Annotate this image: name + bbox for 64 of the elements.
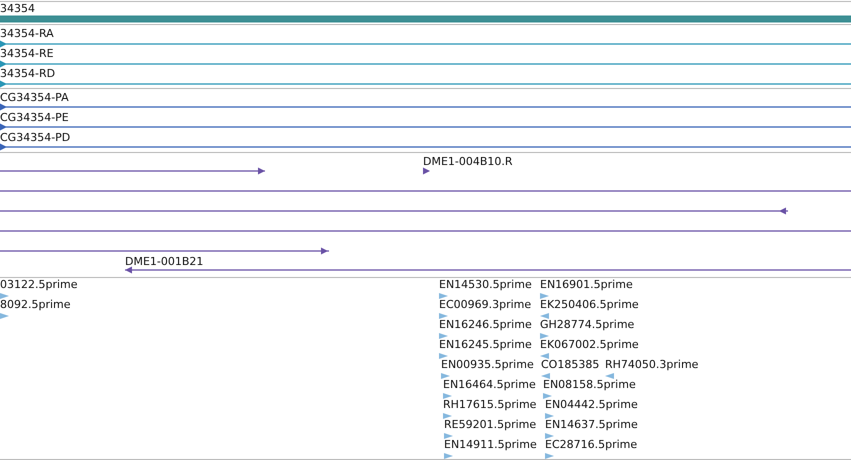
feature-label: 34354-RD: [0, 67, 56, 80]
feature-label: EN16901.5prime: [540, 278, 633, 291]
feature-arrow[interactable]: [439, 333, 448, 339]
feature-label: CG34354-PD: [0, 131, 70, 144]
feature-label: EN16246.5prime: [439, 318, 532, 331]
feature-label: CG34354-PE: [0, 111, 69, 124]
feature-label: EN14530.5prime: [439, 278, 532, 291]
feature-arrow[interactable]: [444, 433, 453, 439]
feature-label: RH17615.5prime: [443, 398, 536, 411]
feature-arrow[interactable]: [439, 353, 448, 359]
feature-label: CG34354-PA: [0, 91, 69, 104]
feature-line[interactable]: [0, 168, 265, 174]
feature-arrow[interactable]: [0, 313, 9, 319]
feature-label: DME1-004B10.R: [423, 155, 513, 168]
feature-label: EC00969.3prime: [439, 298, 532, 311]
feature-line[interactable]: [0, 144, 851, 150]
feature-label: EN14637.5prime: [545, 418, 638, 431]
feature-label: EC28716.5prime: [545, 438, 638, 451]
feature-label: 34354-RE: [0, 47, 54, 60]
feature-label: 8092.5prime: [0, 298, 71, 311]
feature-line[interactable]: [125, 266, 851, 274]
feature-arrow[interactable]: [443, 413, 452, 419]
feature-label: GH28774.5prime: [540, 318, 634, 331]
feature-arrow[interactable]: [439, 313, 448, 319]
feature-arrow[interactable]: [545, 413, 554, 419]
feature-label: RH74050.3prime: [605, 358, 698, 371]
feature-arrow[interactable]: [0, 293, 9, 299]
feature-label: EN08158.5prime: [543, 378, 636, 391]
feature-arrow[interactable]: [541, 373, 550, 379]
feature-arrow[interactable]: [605, 373, 614, 379]
feature-line[interactable]: [0, 60, 851, 68]
feature-arrow[interactable]: [439, 293, 448, 299]
feature-label: EN16464.5prime: [443, 378, 536, 391]
feature-label: DME1-001B21: [125, 255, 204, 268]
feature-label: EK067002.5prime: [540, 338, 639, 351]
feature-line[interactable]: [0, 208, 788, 214]
feature-arrow[interactable]: [441, 373, 450, 379]
feature-label: 03122.5prime: [0, 278, 78, 291]
feature-label: CO185385: [541, 358, 600, 371]
feature-line[interactable]: [0, 40, 851, 48]
feature-arrow[interactable]: [545, 453, 554, 459]
feature-line[interactable]: [0, 124, 851, 130]
feature-label: EK250406.5prime: [540, 298, 639, 311]
feature-line[interactable]: [0, 80, 851, 88]
feature-arrow[interactable]: [540, 333, 549, 339]
feature-label: 34354: [0, 2, 35, 15]
feature-label: 34354-RA: [0, 27, 54, 40]
feature-label: RE59201.5prime: [444, 418, 536, 431]
feature-line[interactable]: [0, 248, 329, 254]
feature-line[interactable]: [0, 190, 851, 192]
feature-label: EN16245.5prime: [439, 338, 532, 351]
feature-arrow[interactable]: [443, 393, 452, 399]
feature-arrow[interactable]: [543, 393, 552, 399]
feature-label: EN00935.5prime: [441, 358, 534, 371]
feature-label: EN04442.5prime: [545, 398, 638, 411]
feature-arrow[interactable]: [545, 433, 554, 439]
feature-line[interactable]: [0, 104, 851, 110]
feature-arrow[interactable]: [540, 313, 549, 319]
feature-line[interactable]: [423, 168, 430, 174]
feature-line[interactable]: [0, 230, 851, 232]
feature-label: EN14911.5prime: [444, 438, 537, 451]
feature-arrow[interactable]: [540, 293, 549, 299]
feature-arrow[interactable]: [444, 453, 453, 459]
feature-arrow[interactable]: [540, 353, 549, 359]
